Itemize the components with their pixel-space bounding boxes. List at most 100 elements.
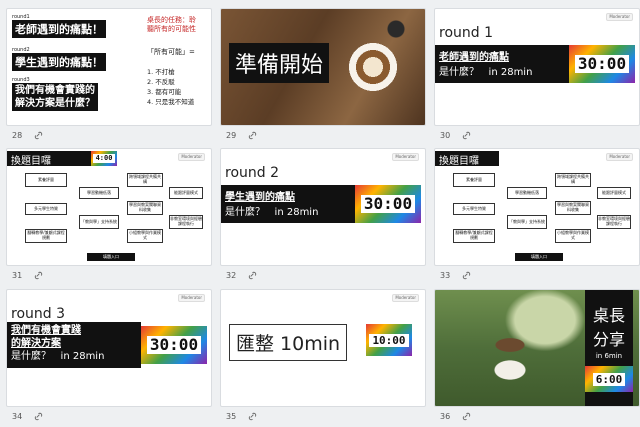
topic-grid: 素養評量 學習動機低落 跨領域課程共備共構 能跟評量模式 多元學生特質 「教與學… — [441, 171, 635, 251]
round-label: round 3 — [11, 306, 66, 322]
slide-title: 準備開始 — [229, 43, 330, 83]
round-label: round 1 — [439, 25, 494, 41]
topic-box: 「教與學」支持系統 — [79, 215, 119, 229]
slide-number: 35 — [226, 411, 237, 421]
topic-box: 跨領域課程共備共構 — [127, 173, 163, 187]
timer-value: 4:00 — [92, 154, 116, 163]
question-block: 學生遇到的痛點 是什麼？ in 28min — [221, 185, 355, 223]
slide-thumb-33[interactable]: 換題目囉 Moderator 素養評量 學習動機低落 跨領域課程共備共構 能跟評… — [434, 148, 640, 281]
question-line2: 是什麼？ in 28min — [11, 350, 137, 363]
link-icon[interactable] — [34, 412, 43, 421]
slide-meta: 34 — [12, 410, 43, 422]
task-title: 桌長的任務：聆 聽所有的可能性 — [147, 16, 196, 34]
timer-value: 30:00 — [146, 336, 202, 354]
link-icon[interactable] — [34, 271, 43, 280]
link-icon[interactable] — [248, 412, 257, 421]
rule-item: 2. 不反駁 — [147, 78, 175, 86]
slide-thumb-35[interactable]: Moderator 匯整 10min 10:00 35 — [220, 289, 426, 422]
slide-thumb-31[interactable]: 換題目囉 4:00 Moderator 素養評量 學習動機低落 跨領域課程共備共… — [6, 148, 212, 281]
link-icon[interactable] — [248, 271, 257, 280]
badge: Moderator — [606, 13, 633, 21]
slide-meta: 31 — [12, 269, 43, 281]
timer-value: 6:00 — [592, 372, 626, 386]
slide-thumb-32[interactable]: Moderator round 2 學生遇到的痛點 是什麼？ in 28min … — [220, 148, 426, 281]
link-icon[interactable] — [34, 131, 43, 140]
topic-box: 非教室環境與經驗課程執行 — [169, 215, 203, 229]
share-title-line1: 桌長 — [592, 306, 625, 325]
slide-title: 換題目囉 — [435, 151, 499, 167]
slide-28[interactable]: round1 老師遇到的痛點！ round2 學生遇到的痛點！ round3 我… — [6, 8, 212, 126]
topic-box: 學習動機低落 — [79, 187, 119, 199]
topic-box: 能跟評量模式 — [169, 187, 203, 199]
slide-32[interactable]: Moderator round 2 學生遇到的痛點 是什麼？ in 28min … — [220, 148, 426, 266]
question-line1: 我們有機會實踐 — [11, 325, 81, 336]
link-icon[interactable] — [248, 131, 257, 140]
countdown-timer: 6:00 — [585, 366, 633, 392]
slide-30[interactable]: Moderator round 1 老師遇到的痛點 是什麼？ in 28min … — [434, 8, 640, 126]
footer-label[interactable]: 填題入口 — [515, 253, 563, 261]
topic-box: 學習與教案關聯資料收集 — [555, 201, 591, 215]
round-label: round 2 — [225, 165, 280, 181]
round1-question: 老師遇到的痛點！ — [12, 20, 106, 38]
question-block: 老師遇到的痛點 是什麼？ in 28min — [435, 45, 569, 83]
slide-34[interactable]: Moderator round 3 我們有機會實踐 的解決方案 是什麼？ in … — [6, 289, 212, 407]
round3-question: 我們有機會實踐的 解決方案是什麼？ — [12, 83, 98, 111]
slide-title: 換題目囉 — [7, 151, 91, 167]
rule-item: 1. 不打槍 — [147, 68, 175, 76]
slide-36[interactable]: Moderator 桌長 分享 in 6min 6:00 — [434, 289, 640, 407]
slide-thumb-34[interactable]: Moderator round 3 我們有機會實踐 的解決方案 是什麼？ in … — [6, 289, 212, 422]
question-line1b: 的解決方案 — [11, 338, 61, 349]
time-limit: in 28min — [488, 67, 533, 78]
topic-box: 小組教學與作業模式 — [127, 229, 163, 243]
slide-thumb-30[interactable]: Moderator round 1 老師遇到的痛點 是什麼？ in 28min … — [434, 8, 640, 141]
rule-list: 1. 不打槍 2. 不反駁 3. 都有可能 4. 只是我不知道 — [147, 67, 194, 107]
topic-grid: 素養評量 學習動機低落 跨領域課程共備共構 能跟評量模式 多元學生特質 「教與學… — [13, 171, 207, 251]
slide-35[interactable]: Moderator 匯整 10min 10:00 — [220, 289, 426, 407]
topic-box: 能跟評量模式 — [597, 187, 631, 199]
question-text: 是什麼？ — [11, 351, 51, 362]
slide-meta: 32 — [226, 269, 257, 281]
countdown-timer: 30:00 — [355, 185, 421, 223]
countdown-timer: 4:00 — [91, 151, 117, 166]
slide-thumb-36[interactable]: Moderator 桌長 分享 in 6min 6:00 36 — [434, 289, 640, 422]
question-line1: 老師遇到的痛點 — [439, 52, 509, 63]
round2-question: 學生遇到的痛點！ — [12, 53, 106, 71]
slide-thumb-29[interactable]: 準備開始 29 — [220, 8, 426, 141]
badge: Moderator — [392, 294, 419, 302]
slide-meta: 35 — [226, 410, 257, 422]
timer-value: 30:00 — [574, 55, 630, 73]
slide-33[interactable]: 換題目囉 Moderator 素養評量 學習動機低落 跨領域課程共備共構 能跟評… — [434, 148, 640, 266]
footer-label[interactable]: 填題入口 — [87, 253, 135, 261]
slide-meta: 29 — [226, 129, 257, 141]
link-icon[interactable] — [462, 412, 471, 421]
timer-value: 30:00 — [360, 195, 416, 213]
slide-number: 32 — [226, 270, 237, 280]
topic-box: 翻轉教學/兼顧式課程規劃 — [453, 229, 495, 243]
countdown-timer: 30:00 — [569, 45, 635, 83]
slide-number: 31 — [12, 270, 23, 280]
link-icon[interactable] — [462, 271, 471, 280]
question-block: 我們有機會實踐 的解決方案 是什麼？ in 28min — [7, 322, 141, 368]
quote-text: 「所有可能」= — [147, 48, 195, 56]
topic-box: 多元學生特質 — [25, 203, 67, 215]
slide-29[interactable]: 準備開始 — [220, 8, 426, 126]
topic-box: 「教與學」支持系統 — [507, 215, 547, 229]
topic-box: 素養評量 — [453, 173, 495, 187]
slide-31[interactable]: 換題目囉 4:00 Moderator 素養評量 學習動機低落 跨領域課程共備共… — [6, 148, 212, 266]
badge: Moderator — [178, 294, 205, 302]
link-icon[interactable] — [462, 131, 471, 140]
topic-box: 學習與教案關聯資料收集 — [127, 201, 163, 215]
slide-number: 34 — [12, 411, 23, 421]
slide-meta: 30 — [440, 129, 471, 141]
slide-meta: 36 — [440, 410, 471, 422]
topic-box: 學習動機低落 — [507, 187, 547, 199]
slide-thumb-28[interactable]: round1 老師遇到的痛點！ round2 學生遇到的痛點！ round3 我… — [6, 8, 212, 141]
slide-number: 36 — [440, 411, 451, 421]
round3-question-line2: 解決方案是什麼？ — [15, 98, 95, 109]
topic-box: 多元學生特質 — [453, 203, 495, 215]
question-text: 是什麼？ — [439, 67, 479, 78]
rule-item: 4. 只是我不知道 — [147, 98, 195, 106]
slide-number: 30 — [440, 130, 451, 140]
share-title-line2: 分享 — [592, 330, 625, 349]
time-limit: in 6min — [595, 352, 623, 360]
